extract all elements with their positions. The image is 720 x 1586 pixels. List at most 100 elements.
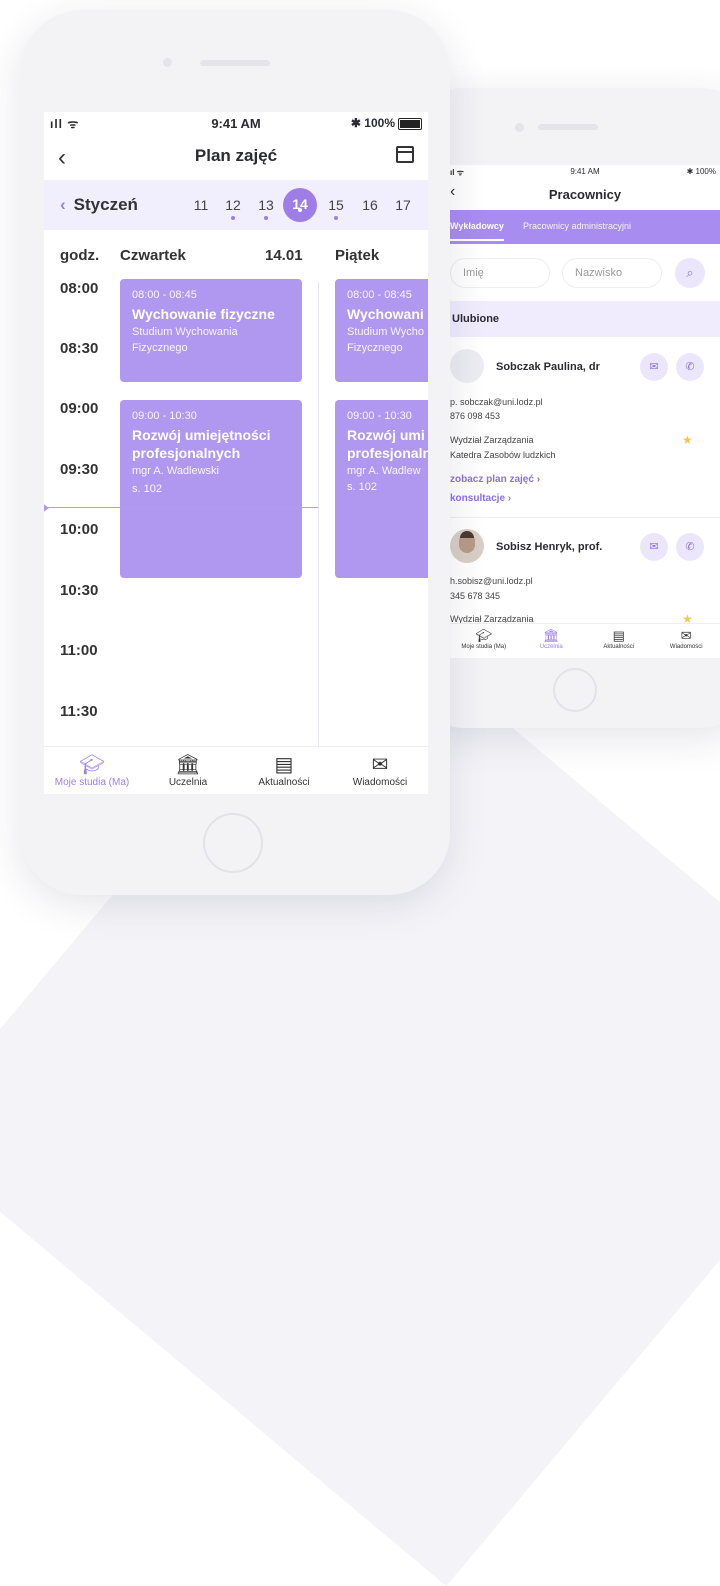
university-icon: 🏛︎ <box>140 753 236 777</box>
person-phone[interactable]: 345 678 345 <box>450 591 500 601</box>
tab-label: Wiadomości <box>670 644 703 650</box>
staff-screen: ıl ᯤ 9:41 AM ✱ 100% ‹ Pracownicy Wykłado… <box>450 165 720 658</box>
event-time: 09:00 - 10:30 <box>347 410 423 422</box>
day-number: 17 <box>395 197 411 213</box>
tab-my-studies[interactable]: 🎓︎Moje studia (Ma) <box>44 747 140 794</box>
calendar-icon[interactable] <box>396 146 414 163</box>
tab-messages[interactable]: ✉Wiadomości <box>332 747 428 794</box>
hour-label: 08:00 <box>60 280 98 297</box>
speaker <box>200 60 270 66</box>
column-divider <box>318 282 319 752</box>
status-bar: ıll ᯤ 9:41 AM ✱ 100% <box>44 112 428 134</box>
tab-label: Wiadomości <box>353 777 407 788</box>
tab-lecturers[interactable]: Wykładowcy <box>450 221 504 231</box>
battery-text: ✱ 100% <box>351 116 395 130</box>
last-name-field[interactable]: Nazwisko <box>562 258 662 288</box>
nav-bar: ‹ Plan zajęć <box>44 134 428 178</box>
tab-news[interactable]: ▤Aktualności <box>236 747 332 794</box>
speaker <box>538 124 598 130</box>
tab-messages[interactable]: ✉Wiadomości <box>653 624 720 658</box>
person-department: Wydział Zarządzania <box>450 435 533 445</box>
event-name: Wychowanie fizyczne <box>132 305 290 323</box>
day-14-selected[interactable]: 14 <box>283 188 317 222</box>
month-label: Styczeń <box>74 195 138 214</box>
event-card[interactable]: 08:00 - 08:45 Wychowani Studium Wycho Fi… <box>335 279 428 382</box>
search-button[interactable]: ⌕ <box>675 258 705 288</box>
page-title: Plan zajęć <box>44 146 428 166</box>
phone-icon: ✆ <box>685 541 694 553</box>
day-number: 15 <box>328 197 344 213</box>
first-name-field[interactable]: Imię <box>450 258 550 288</box>
person-unit: Katedra Zasobów ludzkich <box>450 450 556 460</box>
event-card[interactable]: 09:00 - 10:30 Rozwój umi profesjonaln mg… <box>335 400 428 578</box>
person-name[interactable]: Sobczak Paulina, dr <box>496 361 600 373</box>
camera <box>163 58 172 67</box>
view-schedule-link[interactable]: zobacz plan zajęć › <box>450 474 540 485</box>
day-number: 12 <box>225 197 241 213</box>
day-number: 11 <box>194 197 209 213</box>
mail-icon: ✉ <box>649 361 658 373</box>
day-17[interactable]: 17 <box>389 197 417 213</box>
mail-button[interactable]: ✉ <box>640 533 668 561</box>
home-button[interactable] <box>203 813 263 873</box>
status-bar: ıl ᯤ 9:41 AM ✱ 100% <box>450 167 720 181</box>
battery-icon <box>398 118 422 130</box>
day-column-header: Piątek <box>335 247 379 264</box>
day-number: 13 <box>258 197 274 213</box>
avatar <box>450 349 484 383</box>
tab-my-studies[interactable]: 🎓︎Moje studia (Ma) <box>450 624 518 658</box>
status-time: 9:41 AM <box>450 167 720 176</box>
current-time-marker <box>44 502 49 514</box>
camera <box>515 123 524 132</box>
consultations-link[interactable]: konsultacje › <box>450 493 511 504</box>
month-selector[interactable]: ‹ Styczeń <box>60 195 138 215</box>
hour-label: 08:30 <box>60 340 98 357</box>
hour-label: 09:30 <box>60 461 98 478</box>
mail-icon: ✉ <box>649 541 658 553</box>
hour-label: 09:00 <box>60 400 98 417</box>
day-15[interactable]: 15 <box>322 197 350 220</box>
tab-admin-staff[interactable]: Pracownicy administracyjni <box>523 221 631 231</box>
day-16[interactable]: 16 <box>356 197 384 213</box>
tab-university[interactable]: 🏛︎Uczelnia <box>518 624 586 658</box>
tab-bar: 🎓︎Moje studia (Ma) 🏛︎Uczelnia ▤Aktualnoś… <box>44 746 428 794</box>
day-13[interactable]: 13 <box>252 197 280 220</box>
hour-label: 11:30 <box>60 703 98 720</box>
event-subtitle: Studium Wycho <box>347 325 423 340</box>
event-dot <box>334 216 338 220</box>
person-email[interactable]: h.sobisz@uni.lodz.pl <box>450 576 533 586</box>
event-name: profesjonaln <box>347 444 423 462</box>
favorites-header: Ulubione <box>450 301 720 337</box>
chevron-left-icon[interactable]: ‹ <box>60 195 66 214</box>
star-icon[interactable]: ★ <box>682 433 693 447</box>
event-dot <box>264 216 268 220</box>
day-11[interactable]: 11 <box>187 197 215 213</box>
tab-label: Uczelnia <box>540 644 563 650</box>
schedule-screen: ıll ᯤ 9:41 AM ✱ 100% ‹ Plan zajęć ‹ Stycz… <box>44 112 428 794</box>
home-button[interactable] <box>553 668 597 712</box>
event-card[interactable]: 08:00 - 08:45 Wychowanie fizyczne Studiu… <box>120 279 302 382</box>
day-12[interactable]: 12 <box>219 197 247 220</box>
event-lecturer: mgr A. Wadlew <box>347 464 423 479</box>
person-email[interactable]: p. sobczak@uni.lodz.pl <box>450 397 543 407</box>
event-time: 08:00 - 08:45 <box>132 289 290 301</box>
person-name[interactable]: Sobisz Henryk, prof. <box>496 541 602 553</box>
phone-button[interactable]: ✆ <box>676 353 704 381</box>
day-column-date: 14.01 <box>265 247 303 264</box>
phone-button[interactable]: ✆ <box>676 533 704 561</box>
tab-label: Uczelnia <box>169 777 207 788</box>
person-phone[interactable]: 876 098 453 <box>450 411 500 421</box>
news-icon: ▤ <box>585 628 653 644</box>
event-time: 08:00 - 08:45 <box>347 289 423 301</box>
search-icon: ⌕ <box>686 265 693 280</box>
event-lecturer: mgr A. Wadlewski <box>132 464 290 479</box>
mail-icon: ✉ <box>653 628 720 644</box>
mail-button[interactable]: ✉ <box>640 353 668 381</box>
divider <box>450 517 720 518</box>
tab-news[interactable]: ▤Aktualności <box>585 624 653 658</box>
event-card[interactable]: 09:00 - 10:30 Rozwój umiejętności profes… <box>120 400 302 578</box>
tab-university[interactable]: 🏛︎Uczelnia <box>140 747 236 794</box>
hour-column-header: godz. <box>60 247 99 264</box>
phone-icon: ✆ <box>685 361 694 373</box>
hour-label: 10:00 <box>60 521 98 538</box>
